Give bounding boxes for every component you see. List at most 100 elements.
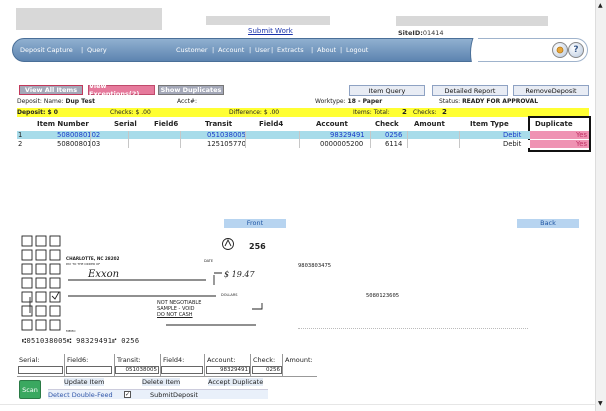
remove-deposit-button[interactable]: RemoveDeposit	[513, 85, 589, 96]
nav-about[interactable]: About	[317, 46, 336, 54]
worktype-label: Worktype:	[315, 98, 346, 105]
col-field4[interactable]: Field4	[259, 120, 283, 128]
refresh-icon[interactable]	[552, 42, 568, 58]
accept-duplicate-button[interactable]: Accept Duplicate	[208, 378, 264, 386]
nav-extracts[interactable]: Extracts	[277, 46, 304, 54]
header-title-placeholder	[206, 16, 330, 25]
show-duplicates-button[interactable]: Show Duplicates	[158, 85, 224, 95]
cell-account: 98329491	[330, 131, 365, 139]
nav-logout[interactable]: Logout	[346, 46, 368, 54]
check-location: CHARLOTTE, NC 28202	[66, 256, 120, 261]
nav-customer[interactable]: Customer	[176, 46, 208, 54]
row-index: 1	[18, 131, 23, 139]
vertical-scrollbar[interactable]: ▲ ▼	[595, 0, 606, 411]
nav-account[interactable]: Account	[218, 46, 244, 54]
serial-input[interactable]	[18, 366, 63, 374]
check-payee: Exxon	[88, 269, 120, 280]
header-user-placeholder	[396, 16, 548, 26]
col-amount[interactable]: Amount	[414, 120, 445, 128]
site-id: SiteID:01414	[398, 29, 444, 37]
account-input[interactable]: 98329491	[206, 366, 250, 374]
status-value: READY FOR APPROVAL	[462, 98, 539, 105]
nav-separator: |	[212, 46, 215, 54]
table-row[interactable]: 1 5080080102 051038005 98329491 0256 Deb…	[17, 131, 589, 139]
deposit-name-value: Dup Test	[65, 98, 95, 105]
cell-item-number: 5080080103	[57, 140, 101, 148]
cell-duplicate: Yes	[530, 140, 589, 148]
totals-bar: Deposit: $ 0 Checks: $ .00 Difference: $…	[17, 108, 589, 117]
view-exceptions-button[interactable]: View Exceptions(2)	[88, 82, 155, 98]
back-image-tab[interactable]: Back	[517, 219, 579, 228]
table-row[interactable]: 2 5080080103 125105770 0000005200 6114 D…	[17, 140, 589, 148]
check-pay-to: PAY TO THE ORDER OF	[66, 262, 101, 266]
check-input[interactable]: 0256	[252, 366, 282, 374]
cell-check: 6114	[385, 140, 403, 148]
col-field6[interactable]: Field6	[154, 120, 178, 128]
check-memo: MEMO	[66, 329, 76, 333]
cell-item-type: Debit	[503, 131, 522, 139]
submit-deposit-button[interactable]: SubmitDeposit	[150, 391, 198, 399]
nav-deposit-capture[interactable]: Deposit Capture	[20, 46, 73, 54]
cell-transit: 051038005	[207, 131, 246, 139]
check-no-cash: DO NOT CASH	[157, 312, 193, 318]
nav-separator: |	[81, 46, 84, 54]
nav-separator: |	[249, 46, 252, 54]
cell-check: 0256	[385, 131, 403, 139]
check-number: 256	[249, 242, 266, 251]
col-item-number[interactable]: Item Number	[37, 120, 89, 128]
view-all-items-button[interactable]: View All Items	[19, 85, 83, 95]
items-table-header: Item Number Serial Field6 Transit Field4…	[17, 120, 589, 130]
nav-separator: |	[271, 46, 274, 54]
detailed-report-button[interactable]: Detailed Report	[432, 85, 508, 96]
row-index: 2	[18, 140, 23, 148]
difference-total: Difference: $ .00	[229, 109, 280, 116]
detect-double-feed-label: Detect Double-Feed	[48, 391, 113, 399]
nav-user[interactable]: User	[255, 46, 270, 54]
check-micr-line: ⑆051038005⑆ 98329491⑈ 0256	[22, 337, 140, 345]
back-faint-marks	[298, 328, 528, 330]
status-label: Status:	[439, 98, 461, 105]
field6-input[interactable]	[66, 366, 112, 374]
check-image-panel: 256 CHARLOTTE, NC 28202 DATE PAY TO THE …	[16, 233, 578, 353]
worktype-value: 18 - Paper	[347, 98, 383, 105]
scroll-up-arrow[interactable]: ▲	[598, 2, 603, 9]
item-query-button[interactable]: Item Query	[349, 85, 425, 96]
help-icon[interactable]: ?	[568, 42, 584, 58]
back-micr-1: 9803803475	[298, 263, 332, 269]
deposit-info-line: Deposit: Name: Dup Test Acct#: Worktype:…	[17, 98, 589, 106]
items-total-value: 2	[402, 108, 407, 116]
cell-duplicate: Yes	[530, 131, 589, 139]
col-account[interactable]: Account	[316, 120, 348, 128]
col-serial[interactable]: Serial	[114, 120, 137, 128]
col-transit[interactable]: Transit	[205, 120, 232, 128]
scroll-down-arrow[interactable]: ▼	[598, 400, 603, 407]
front-image-tab[interactable]: Front	[224, 219, 286, 228]
scan-button[interactable]: Scan	[19, 380, 41, 399]
col-item-type[interactable]: Item Type	[470, 120, 509, 128]
check-front-image	[21, 235, 263, 331]
cell-item-type: Debit	[503, 140, 522, 148]
submit-work-link[interactable]: Submit Work	[248, 27, 293, 35]
check-amount-box: $ 19.47	[224, 270, 255, 279]
check-back-image: 9803803475 5080123605	[298, 233, 578, 353]
cell-account: 0000005200	[320, 140, 364, 148]
nav-query[interactable]: Query	[87, 46, 107, 54]
form-bottom-rule	[17, 376, 317, 377]
detect-double-feed-checkbox[interactable]: ✓	[124, 391, 131, 398]
check-dollars-label: DOLLARS	[221, 293, 238, 297]
col-check[interactable]: Check	[375, 120, 399, 128]
transit-input[interactable]: 051038005	[115, 366, 159, 374]
items-total-label: Items: Total:	[353, 109, 390, 116]
cell-transit: 125105770	[207, 140, 246, 148]
back-micr-2: 5080123605	[366, 293, 400, 299]
deposit-name-label: Deposit: Name:	[17, 98, 64, 105]
check-date-label: DATE	[204, 259, 214, 263]
field4-input[interactable]	[161, 366, 203, 374]
update-item-button[interactable]: Update Item	[64, 378, 105, 386]
acct-label: Acct#:	[177, 98, 197, 105]
checks-total: Checks: $ .00	[110, 109, 151, 116]
page-status-strip	[0, 404, 595, 411]
delete-item-button[interactable]: Delete Item	[142, 378, 181, 386]
checks-count-value: 2	[442, 108, 447, 116]
deposit-total: Deposit: $ 0	[17, 109, 58, 116]
